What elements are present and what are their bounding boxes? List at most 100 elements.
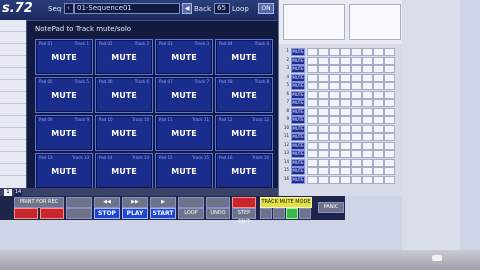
table-cell[interactable]	[373, 141, 384, 150]
nav-button[interactable]	[206, 197, 230, 208]
track-mute-cell[interactable]: MUTE	[291, 65, 305, 73]
table-cell[interactable]	[340, 150, 351, 158]
table-cell[interactable]	[307, 65, 318, 73]
table-cell[interactable]	[340, 56, 351, 65]
table-cell[interactable]	[318, 56, 329, 65]
table-cell[interactable]	[351, 73, 362, 82]
table-cell[interactable]	[329, 82, 340, 90]
table-cell[interactable]	[307, 124, 318, 133]
mute-pad[interactable]: Pad 05 Track 5 MUTE	[35, 77, 93, 113]
table-cell[interactable]	[307, 150, 318, 158]
rec-mode-button[interactable]	[40, 208, 64, 219]
table-cell[interactable]	[340, 158, 351, 167]
table-cell[interactable]	[362, 167, 373, 175]
table-cell[interactable]	[362, 107, 373, 116]
table-cell[interactable]	[340, 141, 351, 150]
track-mute-cell[interactable]: MUTE	[291, 116, 305, 124]
table-cell[interactable]	[362, 141, 373, 150]
table-cell[interactable]	[329, 116, 340, 124]
table-cell[interactable]	[384, 124, 395, 133]
table-cell[interactable]	[351, 56, 362, 65]
table-cell[interactable]	[384, 99, 395, 107]
table-cell[interactable]	[373, 107, 384, 116]
table-cell[interactable]	[307, 99, 318, 107]
table-cell[interactable]	[362, 133, 373, 141]
table-cell[interactable]	[384, 158, 395, 167]
list-row[interactable]	[0, 152, 26, 164]
list-row[interactable]	[0, 140, 26, 152]
mute-mode-button[interactable]	[299, 208, 311, 219]
print-for-rec-button[interactable]: PRINT FOR REC	[14, 197, 64, 208]
track-mute-cell[interactable]: MUTE	[291, 48, 305, 56]
table-cell[interactable]	[318, 99, 329, 107]
track-mute-cell[interactable]: MUTE	[291, 133, 305, 141]
mute-pad[interactable]: Pad 04 Track 4 MUTE	[215, 39, 273, 75]
mute-pad[interactable]: Pad 01 Track 1 MUTE	[35, 39, 93, 75]
table-cell[interactable]	[307, 90, 318, 99]
mute-pad[interactable]: Pad 07 Track 7 MUTE	[155, 77, 213, 113]
table-cell[interactable]	[307, 56, 318, 65]
table-cell[interactable]	[351, 116, 362, 124]
table-cell[interactable]	[329, 99, 340, 107]
table-cell[interactable]	[384, 73, 395, 82]
table-cell[interactable]	[329, 48, 340, 56]
back-arrow-button[interactable]: ◀	[182, 3, 192, 14]
back-value[interactable]: 65	[214, 3, 230, 14]
table-cell[interactable]	[373, 175, 384, 184]
track-mute-cell[interactable]: MUTE	[291, 158, 305, 167]
table-cell[interactable]	[329, 141, 340, 150]
table-cell[interactable]	[373, 150, 384, 158]
table-cell[interactable]	[384, 175, 395, 184]
table-cell[interactable]	[340, 167, 351, 175]
table-cell[interactable]	[373, 116, 384, 124]
table-cell[interactable]	[351, 65, 362, 73]
table-cell[interactable]	[362, 82, 373, 90]
table-cell[interactable]	[373, 90, 384, 99]
step-edit-button[interactable]: STEP EDIT	[232, 208, 256, 225]
table-cell[interactable]	[362, 65, 373, 73]
table-cell[interactable]	[307, 48, 318, 56]
list-row[interactable]	[0, 32, 26, 44]
track-mute-cell[interactable]: MUTE	[291, 90, 305, 99]
table-cell[interactable]	[318, 48, 329, 56]
list-row[interactable]	[0, 44, 26, 56]
table-cell[interactable]	[307, 133, 318, 141]
table-cell[interactable]	[351, 90, 362, 99]
track-mute-cell[interactable]: MUTE	[291, 107, 305, 116]
table-cell[interactable]	[329, 124, 340, 133]
mute-pad[interactable]: Pad 11 Track 11 MUTE	[155, 115, 213, 151]
table-cell[interactable]	[351, 175, 362, 184]
table-cell[interactable]	[329, 133, 340, 141]
table-cell[interactable]	[362, 48, 373, 56]
list-row[interactable]	[0, 128, 26, 140]
mute-pad[interactable]: Pad 15 Track 15 MUTE	[155, 153, 213, 189]
track-mute-cell[interactable]: MUTE	[291, 167, 305, 175]
table-cell[interactable]	[351, 158, 362, 167]
table-cell[interactable]	[318, 90, 329, 99]
nav-button[interactable]: ▶	[150, 197, 176, 208]
list-row[interactable]	[0, 56, 26, 68]
track-mute-cell[interactable]: MUTE	[291, 99, 305, 107]
table-cell[interactable]	[318, 133, 329, 141]
table-cell[interactable]	[340, 73, 351, 82]
table-cell[interactable]	[318, 141, 329, 150]
table-cell[interactable]	[384, 107, 395, 116]
table-cell[interactable]	[373, 133, 384, 141]
panic-button[interactable]: PANIC	[318, 202, 344, 213]
table-cell[interactable]	[373, 99, 384, 107]
table-cell[interactable]	[340, 107, 351, 116]
table-cell[interactable]	[307, 107, 318, 116]
table-cell[interactable]	[362, 150, 373, 158]
rewind-button[interactable]: ◀◀	[94, 197, 120, 208]
list-row[interactable]	[0, 80, 26, 92]
table-cell[interactable]	[340, 90, 351, 99]
table-cell[interactable]	[351, 107, 362, 116]
sequence-select[interactable]: 01-Sequence01	[74, 3, 180, 14]
table-cell[interactable]	[318, 158, 329, 167]
table-cell[interactable]	[373, 124, 384, 133]
table-cell[interactable]	[329, 167, 340, 175]
table-cell[interactable]	[307, 158, 318, 167]
table-cell[interactable]	[373, 48, 384, 56]
play-button[interactable]: PLAY	[122, 208, 148, 219]
table-cell[interactable]	[318, 167, 329, 175]
